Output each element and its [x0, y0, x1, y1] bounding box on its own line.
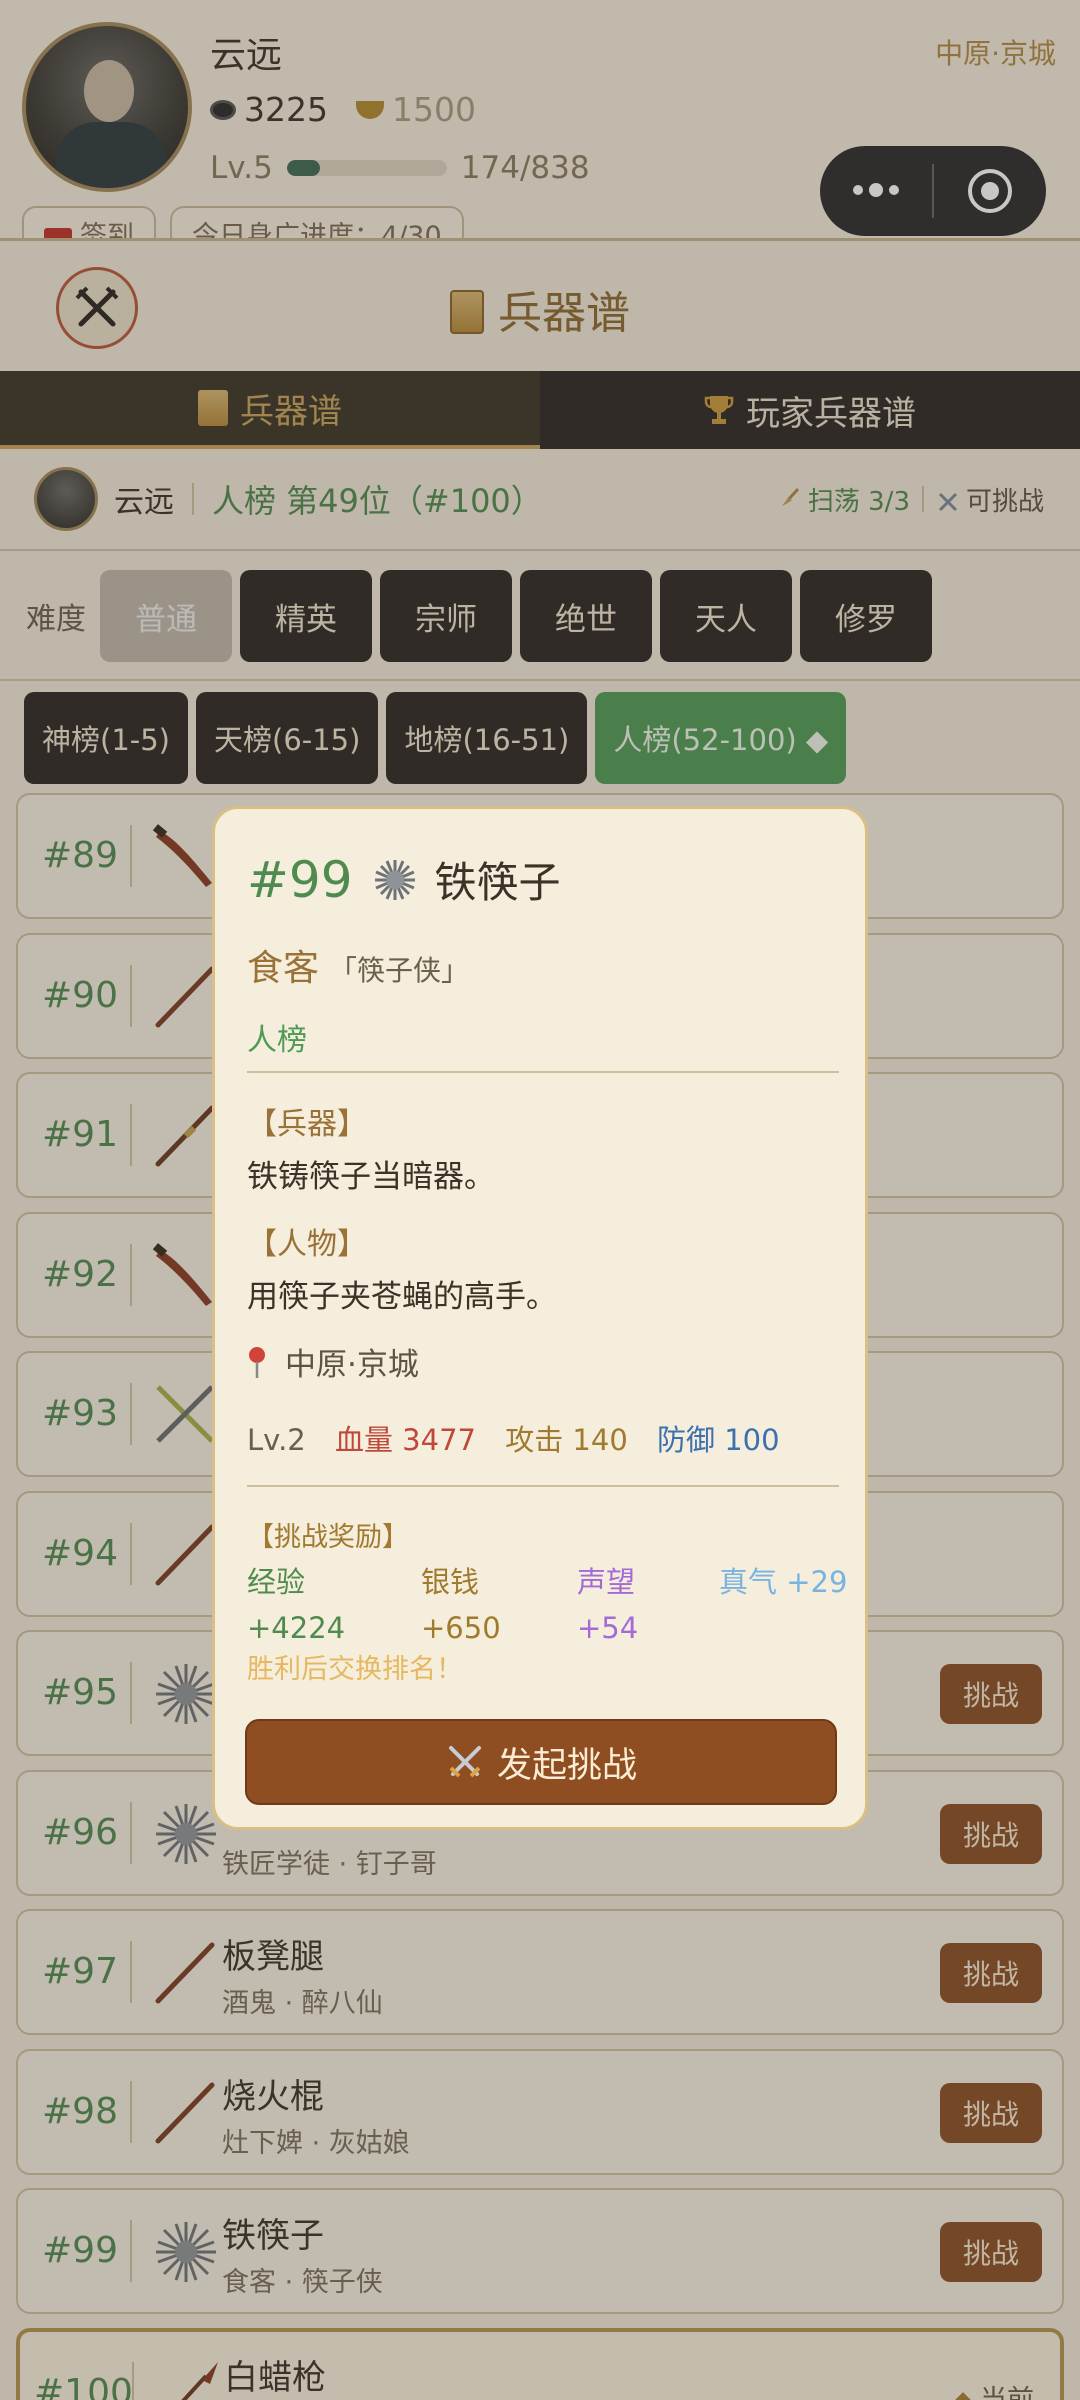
opponent-stats: Lv.2 血量 3477 攻击 140 防御 100 — [247, 1417, 780, 1459]
reward-money: 银钱 +650 — [421, 1565, 501, 1645]
modal-alias: 「筷子侠」 — [329, 954, 470, 987]
opponent-level: Lv.2 — [247, 1423, 306, 1457]
opponent-detail-modal: #99 铁筷子 食客 「筷子侠」 人榜 【兵器】 铁铸筷子当暗器。 【人物】 用筷… — [212, 806, 868, 1830]
reward-exp: 经验 +4224 — [247, 1565, 346, 1645]
modal-list-name: 人榜 — [247, 1023, 307, 1058]
modal-location: 中原·京城 — [247, 1339, 419, 1384]
modal-weapon-name: 铁筷子 — [434, 858, 561, 907]
person-section-title: 【人物】 — [247, 1227, 367, 1262]
reward-note: 胜利后交换排名！ — [247, 1654, 463, 1685]
reward-qi: 真气 +29 — [719, 1565, 848, 1599]
opponent-attack: 攻击 140 — [505, 1423, 628, 1457]
modal-rank: #99 — [247, 850, 353, 909]
person-description: 用筷子夹苍蝇的高手。 — [247, 1279, 557, 1315]
opponent-defense: 防御 100 — [657, 1423, 780, 1457]
location-pin-icon — [249, 1346, 265, 1378]
modal-title: #99 铁筷子 — [247, 849, 561, 910]
reward-fame: 声望 +54 — [577, 1565, 639, 1645]
opponent-hp: 血量 3477 — [334, 1423, 476, 1457]
spike-weapon-icon — [374, 859, 415, 900]
modal-role: 食客 「筷子侠」 — [247, 948, 470, 989]
reward-section-title: 【挑战奖励】 — [247, 1522, 409, 1553]
start-challenge-button[interactable]: 发起挑战 — [245, 1719, 837, 1805]
weapon-section-title: 【兵器】 — [247, 1107, 367, 1142]
weapon-description: 铁铸筷子当暗器。 — [247, 1159, 495, 1195]
crossed-swords-icon — [448, 1746, 481, 1778]
